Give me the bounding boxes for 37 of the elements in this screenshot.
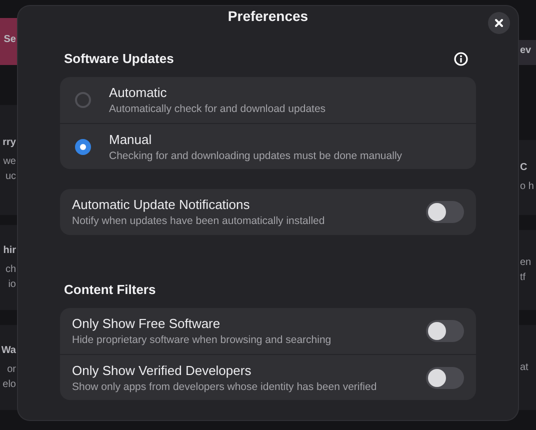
toggle-switch[interactable] — [426, 366, 464, 388]
background-text: io — [8, 278, 16, 290]
background-text: en — [520, 256, 532, 268]
option-title: Manual — [109, 132, 153, 146]
close-button[interactable] — [488, 12, 510, 34]
background-title: hir — [3, 244, 16, 256]
info-icon[interactable] — [454, 52, 468, 66]
option-title: Only Show Free Software — [72, 316, 222, 331]
toggle-switch[interactable] — [426, 201, 464, 223]
background-text: we — [3, 156, 16, 168]
background-title: ev — [520, 44, 532, 56]
close-icon — [494, 18, 504, 28]
background-text: tf — [520, 272, 526, 284]
background-text: or — [7, 364, 16, 376]
option-description: Notify when updates have been automatically installed — [72, 215, 326, 227]
option-description: Hide proprietary software when browsing and searching — [72, 334, 332, 346]
option-title: Only Show Verified Developers — [72, 362, 252, 378]
background-title: Se — [4, 34, 16, 46]
background-text: uc — [5, 171, 16, 183]
background-text: elo — [2, 378, 16, 390]
radio-button[interactable] — [75, 92, 91, 108]
radio-button[interactable] — [75, 138, 91, 154]
option-title: Automatic Update Notifications — [72, 197, 251, 212]
option-description: Show only apps from developers whose identity has been verified — [72, 380, 378, 392]
toggle-switch[interactable] — [426, 320, 464, 342]
background-text: ch — [5, 264, 16, 276]
section-title: Software Updates — [64, 51, 174, 66]
background-text: o h — [520, 181, 534, 193]
section-title: Content Filters — [64, 282, 156, 297]
background-text: at — [520, 362, 528, 374]
background-title: C — [520, 162, 528, 174]
option-title: Automatic — [109, 85, 168, 100]
dialog-title: Preferences — [228, 8, 308, 24]
background-title: rry — [2, 137, 16, 149]
option-description: Checking for and downloading updates must be done manually — [109, 150, 404, 162]
option-description: Automatically check for and download updates — [109, 103, 327, 115]
background-title: Wa — [1, 344, 16, 356]
